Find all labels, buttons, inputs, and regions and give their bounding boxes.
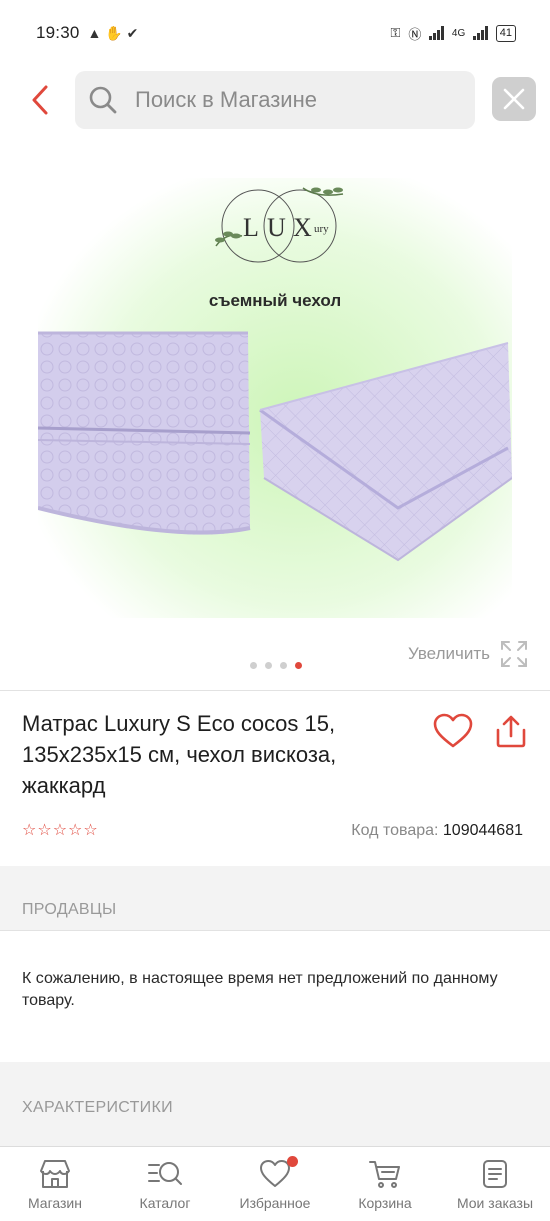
pager-dot[interactable] [280,662,287,669]
store-icon [40,1160,70,1188]
search-placeholder: Поиск в Магазине [135,87,317,112]
status-time: 19:30 [36,23,80,42]
star-icon: ☆ [22,822,37,839]
sellers-message: К сожалению, в настоящее время нет предл… [22,970,498,1009]
status-left: 19:30 ▲ ✋ ✔ [36,23,138,43]
star-icon: ☆ [68,822,83,839]
favorite-button[interactable] [432,710,474,752]
heart-icon [433,713,473,748]
pager-dot[interactable] [265,662,272,669]
bottom-nav: Магазин Каталог Избранное Корзина Мои за… [0,1146,550,1221]
divider [0,690,550,691]
nav-cart[interactable]: Корзина [330,1147,440,1221]
network-type: 4G [451,27,466,39]
heart-icon [260,1160,290,1187]
mattress-closeup [38,331,251,535]
sellers-section-band [0,866,550,930]
divider [0,930,550,931]
signal-icon-2 [473,26,488,40]
svg-text:X: X [293,213,312,242]
sellers-title: ПРОДАВЦЫ [22,901,117,918]
product-image[interactable]: L U X ury съемный чехол [38,178,512,618]
product-info: Матрас Luxury S Eco cocos 15, 135x235x15… [22,708,402,801]
battery-icon: 41 [495,24,516,42]
nav-label: Мои заказы [456,1195,534,1211]
status-right: ⚿ Ⓝ 4G 41 [390,24,516,43]
cart-icon [369,1161,400,1188]
nav-label: Избранное [239,1195,311,1211]
pager-dot-active[interactable] [295,662,302,669]
sku-value: 109044681 [442,822,523,839]
battery-level: 41 [499,26,512,39]
sku-label: Код товара: [351,822,439,839]
specs-title[interactable]: ХАРАКТЕРИСТИКИ [22,1099,173,1117]
expand-icon [501,641,527,667]
product-sku: Код товара: 109044681 [351,822,523,840]
key-icon: ⚿ [390,25,401,40]
close-button[interactable] [492,77,536,121]
svg-text:ury: ury [314,223,329,235]
search-icon [89,86,117,114]
back-button[interactable] [24,80,56,120]
catalog-search-icon [148,1162,182,1185]
search-header: Поиск в Магазине [0,66,550,134]
nfc-icon: Ⓝ [408,26,422,42]
rating-stars[interactable]: ☆ ☆ ☆ ☆ ☆ [22,822,98,840]
notification-icons: ▲ ✋ ✔ [87,24,139,41]
mattress-illustration: L U X ury съемный чехол [38,178,512,618]
orders-icon [483,1160,507,1188]
nav-orders[interactable]: Мои заказы [440,1147,550,1221]
zoom-button[interactable]: Увеличить [408,640,528,668]
signal-icon [429,26,444,40]
nav-favorites[interactable]: Избранное [220,1147,330,1221]
status-bar: 19:30 ▲ ✋ ✔ ⚿ Ⓝ 4G 41 [0,0,550,66]
chevron-left-icon [32,85,48,115]
notification-badge [287,1156,298,1167]
nav-label: Каталог [139,1195,191,1211]
svg-text:L: L [243,213,259,242]
search-input[interactable]: Поиск в Магазине [75,71,475,129]
zoom-label: Увеличить [408,644,490,663]
close-icon [503,88,525,110]
star-icon: ☆ [37,822,52,839]
nav-store[interactable]: Магазин [0,1147,110,1221]
nav-catalog[interactable]: Каталог [110,1147,220,1221]
pager-dot[interactable] [250,662,257,669]
nav-label: Магазин [27,1195,82,1211]
image-caption: съемный чехол [209,291,341,310]
svg-text:U: U [267,213,286,242]
share-button[interactable] [492,710,530,752]
star-icon: ☆ [52,822,68,839]
star-icon: ☆ [83,822,98,839]
product-title: Матрас Luxury S Eco cocos 15, 135x235x15… [22,711,337,798]
nav-label: Корзина [358,1195,412,1211]
product-gallery[interactable]: L U X ury съемный чехол Увеличить [0,160,550,690]
image-pager[interactable] [250,662,302,669]
share-icon [496,715,526,748]
